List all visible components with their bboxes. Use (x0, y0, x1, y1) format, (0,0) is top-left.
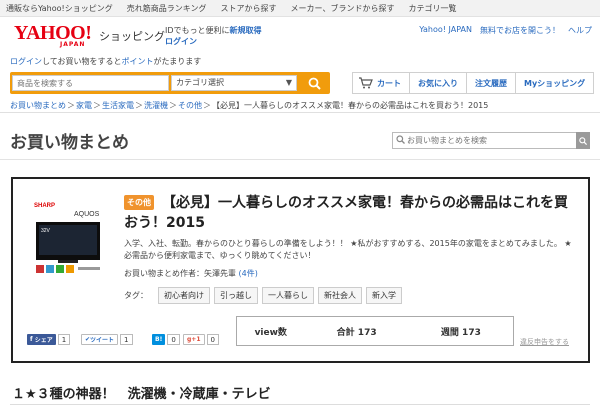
search-icon (396, 135, 405, 147)
yahoo-japan-link[interactable]: Yahoo! JAPAN (419, 25, 472, 36)
author-count-link[interactable]: (4件) (239, 269, 258, 278)
hatena-bookmark: B! 0 (152, 334, 180, 345)
category-select[interactable]: カテゴリ選択 ▼ (171, 75, 297, 91)
point-login-link[interactable]: ログイン (10, 57, 42, 66)
category-badge[interactable]: その他 (124, 195, 154, 210)
tag-item[interactable]: 新入学 (366, 287, 402, 304)
my-shopping-button[interactable]: Myショッピング (515, 72, 595, 94)
breadcrumb-sep: ＞ (203, 101, 211, 110)
tag-item[interactable]: 一人暮らし (262, 287, 314, 304)
top-nav-home[interactable]: 通販ならYahoo!ショッピング (6, 3, 113, 14)
report-link[interactable]: 違反申告をする (520, 337, 569, 347)
divider (10, 404, 590, 405)
breadcrumb-item[interactable]: その他 (178, 101, 202, 110)
tweet-label: ツイート (90, 337, 115, 344)
google-plus: g+1 0 (183, 334, 219, 345)
tag-item[interactable]: 新社会人 (318, 287, 362, 304)
top-nav-brands[interactable]: メーカー、ブランドから探す (291, 3, 395, 14)
breadcrumb-item[interactable]: 家電 (76, 101, 92, 110)
view-count-box: view数 合計 173 週間 173 (236, 316, 514, 346)
cart-button[interactable]: カート (352, 72, 410, 94)
breadcrumb-item[interactable]: 生活家電 (102, 101, 134, 110)
search-icon (579, 136, 587, 145)
breadcrumb-sep: ＞ (93, 101, 101, 110)
breadcrumb-sep: ＞ (135, 101, 143, 110)
shopping-logo-text[interactable]: ショッピング (99, 28, 165, 44)
article-description: 入学、入社、転勤。春からのひとり暮らしの準備をしよう！！ ★私がおすすめする、2… (124, 239, 572, 260)
cart-icon (359, 77, 373, 89)
breadcrumb-sep: ＞ (67, 101, 75, 110)
breadcrumb-current: 【必見】一人暮らしのオススメ家電！春からの必需品はこれを買おう！2015 (212, 101, 489, 110)
point-notice-mid: してお買い物をすると (42, 57, 122, 66)
facebook-share-button[interactable]: f シェア (27, 334, 56, 345)
view-count-weekly: 週間 173 (440, 327, 481, 338)
chevron-down-icon: ▼ (285, 78, 292, 87)
tag-item[interactable]: 初心者向け (158, 287, 210, 304)
article-title[interactable]: 【必見】一人暮らしのオススメ家電！春からの必需品はこれを買おう！2015 (124, 193, 579, 233)
author-name: 矢澤先輩 (204, 269, 236, 278)
global-top-nav: 通販ならYahoo!ショッピング 売れ筋商品ランキング ストアから探す メーカー… (0, 0, 600, 17)
thumb-size: 32V (41, 228, 51, 234)
divider (0, 112, 600, 113)
hatena-button[interactable]: B! (152, 334, 166, 345)
tags-label: タグ： (124, 291, 148, 300)
view-count-label: view数 (254, 327, 287, 338)
id-prompt: IDでもっと便利に新規取得 ログイン (165, 25, 262, 47)
order-history-button[interactable]: 注文履歴 (466, 72, 516, 94)
google-plus-count: 0 (206, 334, 219, 345)
id-prompt-text: IDでもっと便利に (165, 26, 230, 35)
top-nav-stores[interactable]: ストアから探す (221, 3, 277, 14)
tweet-button[interactable]: ✔ ツイート (81, 334, 119, 345)
section-heading: １★３種の神器！ 洗濯機・冷蔵庫・テレビ (12, 387, 271, 402)
point-notice: ログインしてお買い物をするとポイントがたまります (10, 56, 201, 67)
register-link[interactable]: 新規取得 (230, 26, 262, 35)
yahoo-logo[interactable]: YAHOO! (14, 23, 92, 43)
search-input[interactable] (12, 75, 169, 91)
point-notice-end: がたまります (153, 57, 202, 66)
thumb-brand: SHARP (34, 203, 55, 209)
article-thumbnail[interactable]: SHARP AQUOS 32V (30, 198, 108, 278)
yahoo-logo-sub: JAPAN (60, 41, 86, 48)
breadcrumb: お買い物まとめ＞家電＞生活家電＞洗濯機＞その他＞【必見】一人暮らしのオススメ家電… (10, 100, 488, 111)
open-store-link[interactable]: 無料でお店を開こう！ (480, 25, 560, 36)
category-select-label: カテゴリ選択 (176, 78, 224, 87)
tweet-count: 1 (120, 334, 133, 345)
search-icon (308, 77, 321, 90)
google-plus-button[interactable]: g+1 (183, 334, 205, 345)
favorites-button[interactable]: お気に入り (409, 72, 467, 94)
thumb-model: AQUOS (74, 211, 100, 218)
matome-search-input[interactable] (392, 132, 577, 149)
facebook-count: 1 (57, 334, 71, 345)
user-nav: カート お気に入り 注文履歴 Myショッピング (352, 72, 595, 94)
breadcrumb-sep: ＞ (169, 101, 177, 110)
header-right-links: Yahoo! JAPAN 無料でお店を開こう！ ヘルプ (419, 25, 592, 36)
tag-item[interactable]: 引っ越し (214, 287, 258, 304)
view-count-total: 合計 173 (336, 327, 377, 338)
page-title: お買い物まとめ (10, 133, 129, 153)
twitter-share: ✔ ツイート 1 (81, 334, 133, 345)
hatena-count: 0 (167, 334, 180, 345)
top-nav-categories[interactable]: カテゴリ一覧 (408, 3, 456, 14)
point-link[interactable]: ポイント (122, 57, 154, 66)
author-label: お買い物まとめ作者： (124, 269, 204, 278)
help-link[interactable]: ヘルプ (568, 25, 592, 36)
matome-search-button[interactable] (576, 132, 590, 149)
article-tags: タグ： 初心者向け 引っ越し 一人暮らし 新社会人 新入学 (124, 287, 402, 304)
login-link[interactable]: ログイン (165, 37, 197, 46)
breadcrumb-item[interactable]: お買い物まとめ (10, 101, 66, 110)
breadcrumb-item[interactable]: 洗濯機 (144, 101, 168, 110)
search-button[interactable] (298, 72, 330, 94)
cart-label: カート (377, 78, 401, 88)
divider (0, 159, 600, 160)
article-author: お買い物まとめ作者：矢澤先輩 (4件) (124, 268, 258, 279)
facebook-share-label: シェア (34, 337, 53, 344)
top-nav-ranking[interactable]: 売れ筋商品ランキング (127, 3, 207, 14)
facebook-share: f シェア 1 (27, 334, 71, 345)
